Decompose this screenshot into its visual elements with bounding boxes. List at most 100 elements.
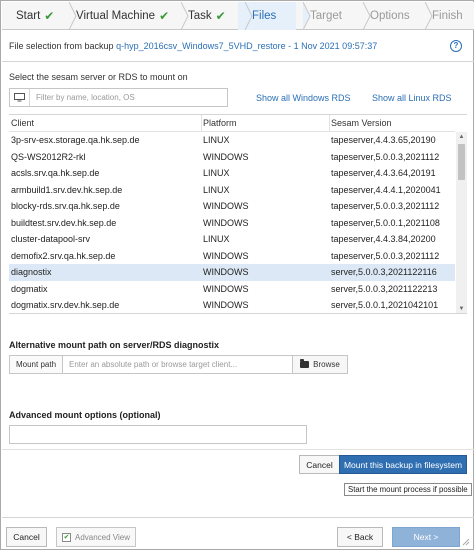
- client-cell: armbuild1.srv.dev.hk.sep.de: [11, 184, 123, 195]
- monitor-icon: [10, 89, 30, 106]
- version-cell: server,5.0.0.3,2021122116: [331, 267, 437, 278]
- advanced-options-input[interactable]: [9, 425, 307, 444]
- step-label: Target: [310, 10, 342, 22]
- divider: [2, 517, 474, 518]
- step-virtual-machine[interactable]: Virtual Machine ✔: [62, 2, 189, 30]
- check-icon: ✔: [44, 9, 55, 23]
- column-header-sesam-version[interactable]: Sesam Version: [329, 118, 455, 128]
- column-divider: [329, 115, 330, 132]
- platform-cell: WINDOWS: [203, 267, 249, 278]
- show-all-windows-rds-link[interactable]: Show all Windows RDS: [256, 93, 351, 103]
- client-cell: diagnostix: [11, 267, 52, 278]
- platform-cell: WINDOWS: [203, 283, 249, 294]
- show-all-linux-rds-link[interactable]: Show all Linux RDS: [372, 93, 452, 103]
- version-cell: tapeserver,5.0.0.3,2021112: [331, 250, 440, 261]
- mount-path-label: Mount path: [10, 356, 63, 373]
- table-scrollbar[interactable]: ▲ ▼: [456, 132, 467, 313]
- platform-cell: LINUX: [203, 184, 230, 195]
- version-cell: server,5.0.0.3,2021122213: [331, 283, 438, 294]
- platform-cell: WINDOWS: [203, 151, 249, 162]
- advanced-view-label: Advanced View: [75, 532, 130, 542]
- resize-grip-icon[interactable]: [462, 538, 470, 546]
- step-label: Finish: [432, 10, 463, 22]
- mount-backup-button[interactable]: Mount this backup in filesystem: [339, 455, 467, 474]
- platform-cell: LINUX: [203, 234, 230, 245]
- table-row[interactable]: buildtest.srv.dev.hk.sep.de WINDOWS tapese…: [9, 215, 455, 232]
- client-cell: demofix2.srv.qa.hk.sep.de: [11, 250, 116, 261]
- step-label: Options: [370, 10, 410, 22]
- server-select-title: Select the sesam server or RDS to mount …: [9, 72, 188, 82]
- step-start[interactable]: Start ✔: [2, 2, 77, 30]
- server-filter-input[interactable]: [30, 93, 220, 102]
- table-row[interactable]: QS-WS2012R2-rkl WINDOWS tapeserver,5.0.0.3…: [9, 149, 455, 166]
- mount-tooltip: Start the mount process if possible: [344, 483, 472, 496]
- file-selection-prefix: File selection from backup: [9, 41, 114, 51]
- platform-cell: LINUX: [203, 168, 230, 179]
- client-cell: cluster-datapool-srv: [11, 234, 91, 245]
- table-row[interactable]: dogmatix WINDOWS server,5.0.0.3,2021122213: [9, 281, 455, 298]
- client-cell: buildtest.srv.dev.hk.sep.de: [11, 217, 117, 228]
- version-cell: tapeserver,5.0.0.3,2021112: [331, 201, 440, 212]
- step-label: Task: [188, 10, 212, 22]
- client-cell: acsls.srv.qa.hk.sep.de: [11, 168, 100, 179]
- version-cell: tapeserver,5.0.0.1,2021108: [331, 217, 440, 228]
- table-row[interactable]: cluster-datapool-srv LINUX tapeserver,4.4.…: [9, 231, 455, 248]
- scroll-up-icon[interactable]: ▲: [457, 132, 466, 142]
- version-cell: tapeserver,4.4.4.1,2020041: [331, 184, 441, 195]
- mount-path-group: Mount path Browse: [9, 355, 348, 374]
- version-cell: tapeserver,5.0.0.3,2021112: [331, 151, 440, 162]
- column-header-client[interactable]: Client: [9, 118, 201, 128]
- step-label: Start: [16, 10, 41, 22]
- back-button[interactable]: < Back: [337, 527, 383, 547]
- client-table: Client Platform Sesam Version 3p-srv-esx…: [9, 114, 467, 314]
- version-cell: server,5.0.0.1,2021042101: [331, 300, 439, 311]
- client-cell: 3p-srv-esx.storage.qa.hk.sep.de: [11, 135, 140, 146]
- table-row-selected[interactable]: diagnostix WINDOWS server,5.0.0.3,20211221…: [9, 264, 455, 281]
- browse-label: Browse: [313, 360, 340, 369]
- table-header: Client Platform Sesam Version: [9, 115, 455, 132]
- column-divider: [201, 115, 202, 132]
- help-icon[interactable]: ?: [450, 40, 462, 52]
- table-row[interactable]: 3p-srv-esx.storage.qa.hk.sep.de LINUX tape…: [9, 132, 455, 149]
- version-cell: tapeserver,4.4.3.65,20190: [331, 135, 436, 146]
- advanced-view-toggle[interactable]: ✔ Advanced View: [56, 527, 136, 547]
- alt-mount-title: Alternative mount path on server/RDS dia…: [9, 340, 220, 350]
- client-cell: QS-WS2012R2-rkl: [11, 151, 86, 162]
- divider: [2, 449, 474, 450]
- client-cell: dogmatix: [11, 283, 48, 294]
- mount-path-input[interactable]: [63, 356, 292, 373]
- platform-cell: WINDOWS: [203, 300, 249, 311]
- table-row[interactable]: dogmatix.srv.dev.hk.sep.de WINDOWS server,…: [9, 297, 455, 313]
- checkbox-icon[interactable]: ✔: [62, 532, 71, 542]
- check-icon: ✔: [159, 9, 170, 23]
- client-cell: dogmatix.srv.dev.hk.sep.de: [11, 300, 120, 311]
- table-row[interactable]: blocky-rds.srv.qa.hk.sep.de WINDOWS tapese…: [9, 198, 455, 215]
- scrollbar-thumb[interactable]: [458, 144, 465, 180]
- column-header-platform[interactable]: Platform: [201, 118, 329, 128]
- version-cell: tapeserver,4.4.3.64,20191: [331, 168, 436, 179]
- browse-button[interactable]: Browse: [292, 356, 347, 373]
- scroll-down-icon[interactable]: ▼: [457, 304, 466, 313]
- divider: [2, 61, 474, 62]
- next-button[interactable]: Next >: [392, 527, 460, 547]
- restore-wizard-window: Start ✔ Virtual Machine ✔ Task ✔ Files Targ…: [0, 0, 474, 550]
- table-row[interactable]: demofix2.srv.qa.hk.sep.de WINDOWS tapeserv…: [9, 248, 455, 265]
- file-selection-line: File selection from backup q-hyp_2016csv…: [9, 41, 377, 51]
- backup-name-link[interactable]: q-hyp_2016csv_Windows7_5VHD_restore - 1 …: [116, 41, 377, 51]
- table-row[interactable]: acsls.srv.qa.hk.sep.de LINUX tapeserver,4.…: [9, 165, 455, 182]
- step-label: Virtual Machine: [76, 10, 156, 22]
- step-label: Files: [252, 10, 277, 22]
- table-row[interactable]: armbuild1.srv.dev.hk.sep.de LINUX tapeserv…: [9, 182, 455, 199]
- server-filter: [9, 88, 228, 107]
- platform-cell: WINDOWS: [203, 250, 249, 261]
- cancel-button[interactable]: Cancel: [6, 527, 47, 547]
- version-cell: tapeserver,4.4.3.84,20200: [331, 234, 436, 245]
- platform-cell: WINDOWS: [203, 201, 249, 212]
- table-body: 3p-srv-esx.storage.qa.hk.sep.de LINUX tape…: [9, 132, 455, 313]
- client-cell: blocky-rds.srv.qa.hk.sep.de: [11, 201, 120, 212]
- advanced-options-title: Advanced mount options (optional): [9, 410, 161, 420]
- platform-cell: WINDOWS: [203, 217, 249, 228]
- wizard-steps: Start ✔ Virtual Machine ✔ Task ✔ Files Targ…: [2, 2, 474, 30]
- check-icon: ✔: [215, 9, 226, 23]
- cancel-mount-button[interactable]: Cancel: [299, 455, 340, 474]
